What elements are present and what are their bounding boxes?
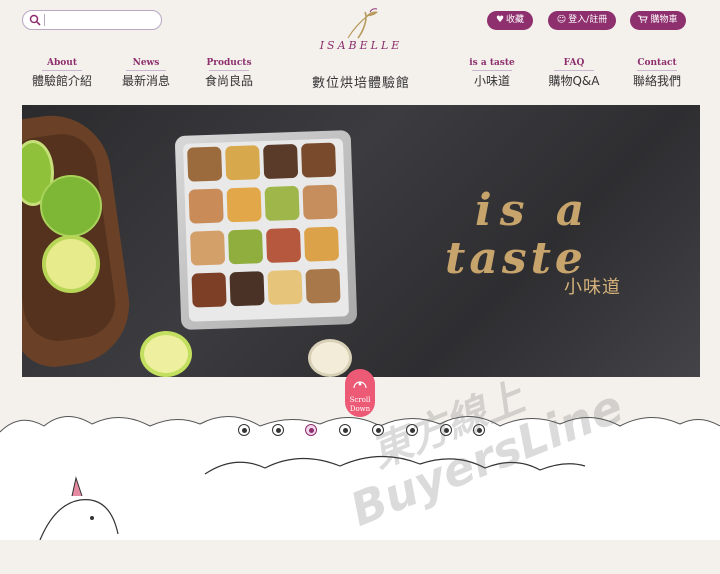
user-icon: ☺ — [556, 15, 567, 25]
nav-zh-label: 最新消息 — [121, 74, 170, 88]
favorite-button[interactable]: ♥ 收藏 — [487, 11, 533, 30]
site-subtitle: 數位烘培體驗館 — [311, 76, 410, 91]
nav-item-news[interactable]: News 最新消息 — [116, 57, 176, 89]
nav-zh-label: 食尚良品 — [204, 74, 253, 88]
login-button[interactable]: ☺ 登入/註冊 — [548, 11, 616, 30]
carousel-dot[interactable] — [271, 424, 284, 436]
search-input[interactable] — [49, 12, 157, 28]
carousel-dot[interactable] — [238, 424, 250, 436]
cookie-tin-image — [174, 129, 358, 331]
search-box[interactable] — [22, 10, 162, 30]
lime-slice-image — [140, 331, 192, 377]
carousel-dot-center — [242, 428, 247, 433]
cart-icon — [638, 15, 649, 23]
nav-en-label: Products — [206, 58, 252, 68]
nav-item-is-a-taste[interactable]: is a taste 小味道 — [462, 57, 522, 89]
nav-zh-label: 聯絡我們 — [632, 74, 681, 88]
nav-underline — [209, 70, 249, 71]
nav-zh-label: 購物Q&A — [548, 74, 600, 88]
isabelle-logo[interactable]: ISABELLE — [318, 8, 404, 58]
cart-button[interactable]: 購物車 — [630, 11, 686, 30]
nav-en-label: News — [132, 58, 160, 68]
nav-item-faq[interactable]: FAQ 購物Q&A — [544, 57, 604, 89]
nav-item-contact[interactable]: Contact 聯絡我們 — [626, 57, 688, 89]
nav-en-label: About — [47, 58, 77, 68]
nav-underline — [42, 70, 82, 71]
nav-zh-label: 體驗館介紹 — [31, 74, 92, 88]
search-icon[interactable] — [29, 14, 41, 26]
nav-zh-label: 小味道 — [473, 74, 510, 88]
nav-item-products[interactable]: Products 食尚良品 — [198, 57, 260, 89]
carousel-dot-center — [275, 428, 281, 433]
tagline-line1: is a — [475, 185, 593, 236]
nav-underline — [637, 70, 677, 71]
nav-en-label: FAQ — [563, 58, 585, 68]
lime-slice-image — [42, 235, 100, 293]
favorite-label: 收藏 — [506, 15, 525, 25]
nav-item-about[interactable]: About 體驗館介紹 — [30, 57, 94, 89]
nav-en-label: Contact — [637, 58, 677, 68]
lime-image — [40, 175, 102, 237]
logo-emblem-icon — [347, 8, 378, 39]
nav-underline — [126, 70, 166, 71]
nav-underline — [472, 70, 512, 71]
cart-label: 購物車 — [650, 15, 678, 25]
heart-icon: ♥ — [495, 15, 505, 25]
search-divider — [44, 14, 45, 26]
logo-brand-text: ISABELLE — [319, 39, 403, 52]
nav-underline — [554, 70, 594, 71]
login-label: 登入/註冊 — [568, 15, 608, 25]
nav-en-label: is a taste — [469, 58, 515, 68]
